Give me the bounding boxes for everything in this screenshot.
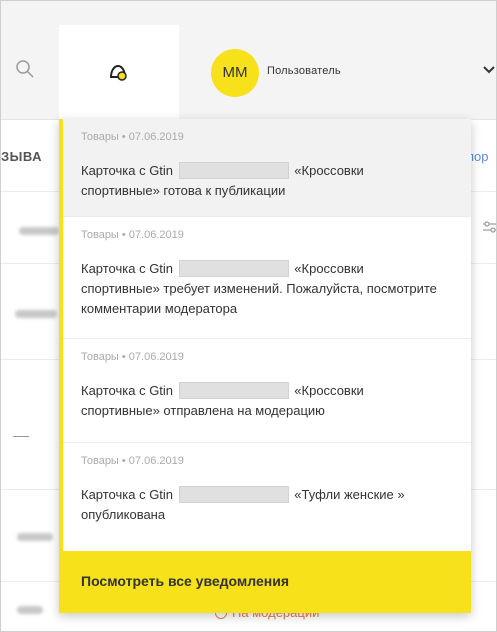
notification-meta: Товары • 07.06.2019 xyxy=(81,131,184,143)
user-name[interactable]: Пользователь xyxy=(267,65,341,77)
notifications-dropdown: Товары • 07.06.2019 Карточка с Gtin «Кро… xyxy=(59,119,471,613)
notification-prefix: Карточка с Gtin xyxy=(81,163,174,178)
empty-cell-dash xyxy=(13,436,29,437)
notification-prefix: Карточка с Gtin xyxy=(81,261,174,276)
notification-text: Карточка с Gtin «Кроссовки спортивные» т… xyxy=(81,259,441,319)
notification-text: Карточка с Gtin «Туфли женские » опублик… xyxy=(81,485,441,525)
bell-icon[interactable] xyxy=(107,61,129,83)
search-icon[interactable] xyxy=(15,59,35,79)
notification-item[interactable]: Товары • 07.06.2019 Карточка с Gtin «Туф… xyxy=(63,443,471,551)
notification-item[interactable]: Товары • 07.06.2019 Карточка с Gtin «Кро… xyxy=(63,119,471,217)
blurred-cell xyxy=(17,606,43,614)
chevron-down-icon[interactable] xyxy=(482,65,496,75)
notification-text: Карточка с Gtin «Кроссовки спортивные» г… xyxy=(81,161,441,201)
avatar[interactable]: ММ xyxy=(211,49,259,97)
blurred-cell xyxy=(17,533,53,541)
column-header-name: ЗЫВА xyxy=(1,149,42,164)
notification-item[interactable]: Товары • 07.06.2019 Карточка с Gtin «Кро… xyxy=(63,339,471,443)
notification-item[interactable]: Товары • 07.06.2019 Карточка с Gtin «Кро… xyxy=(63,217,471,339)
notification-meta: Товары • 07.06.2019 xyxy=(81,455,184,467)
blurred-cell xyxy=(15,310,57,318)
view-all-label: Посмотреть все уведомления xyxy=(81,573,290,589)
notification-text: Карточка с Gtin «Кроссовки спортивные» о… xyxy=(81,381,441,421)
app-frame: ММ Пользователь ЗЫВА пор На модерации То… xyxy=(0,0,497,632)
notification-meta: Товары • 07.06.2019 xyxy=(81,229,184,241)
notification-meta: Товары • 07.06.2019 xyxy=(81,351,184,363)
blurred-cell xyxy=(19,227,59,235)
notification-prefix: Карточка с Gtin xyxy=(81,487,174,502)
view-all-notifications-button[interactable]: Посмотреть все уведомления xyxy=(59,551,471,613)
gtin-redacted xyxy=(178,382,289,399)
notification-prefix: Карточка с Gtin xyxy=(81,383,174,398)
filter-icon[interactable] xyxy=(482,220,497,234)
gtin-redacted xyxy=(178,162,289,179)
gtin-redacted xyxy=(178,486,289,503)
gtin-redacted xyxy=(178,260,289,277)
